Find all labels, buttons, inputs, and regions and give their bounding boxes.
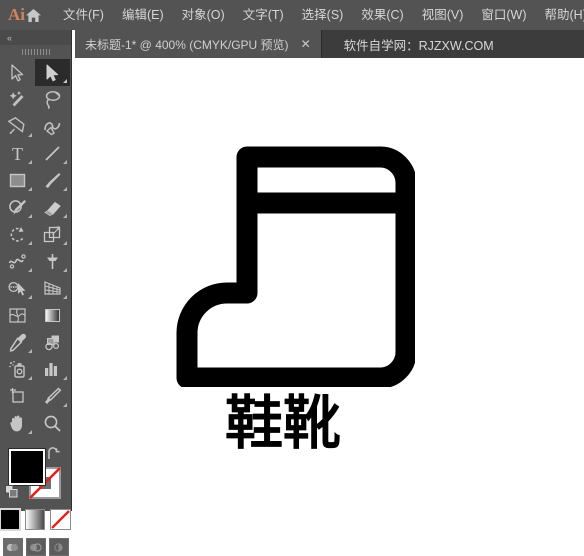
tool-flyout-indicator-icon xyxy=(63,295,67,299)
color-swatch[interactable] xyxy=(0,509,20,530)
pen-tool[interactable] xyxy=(0,113,35,140)
fill-stroke-controls xyxy=(0,445,71,503)
menu-help[interactable]: 帮助(H) xyxy=(536,5,584,26)
boot-shoe-outline-artwork[interactable] xyxy=(165,137,415,392)
document-canvas[interactable]: 鞋靴 xyxy=(75,58,584,511)
curvature-tool[interactable] xyxy=(35,113,70,140)
menu-view[interactable]: 视图(V) xyxy=(413,5,473,26)
tool-flyout-indicator-icon xyxy=(28,214,32,218)
menu-bar: Ai 文件(F) 编辑(E) 对象(O) 文字(T) 选择(S) 效果(C) 视… xyxy=(0,0,584,30)
eyedropper-tool[interactable] xyxy=(0,329,35,356)
tool-flyout-indicator-icon xyxy=(63,268,67,272)
rotate-tool[interactable] xyxy=(0,221,35,248)
menu-effect[interactable]: 效果(C) xyxy=(352,5,412,26)
color-mode-swatches xyxy=(0,509,71,530)
collapse-panel-button[interactable]: « xyxy=(0,30,71,45)
rectangle-tool[interactable] xyxy=(0,167,35,194)
tool-flyout-indicator-icon xyxy=(28,376,32,380)
gradient-tool[interactable] xyxy=(35,302,70,329)
tool-flyout-indicator-icon xyxy=(28,430,32,434)
tool-flyout-indicator-icon xyxy=(63,187,67,191)
tools-panel: « xyxy=(0,30,72,511)
panel-drag-handle[interactable] xyxy=(0,45,71,58)
tool-flyout-indicator-icon xyxy=(28,241,32,245)
document-tab[interactable]: 未标题-1* @ 400% (CMYK/GPU 预览) ✕ xyxy=(75,30,322,58)
close-icon[interactable]: ✕ xyxy=(299,38,313,50)
artwork-caption[interactable]: 鞋靴 xyxy=(225,394,341,452)
none-swatch[interactable] xyxy=(50,509,71,530)
magic-wand-tool[interactable] xyxy=(0,86,35,113)
tool-flyout-indicator-icon xyxy=(28,349,32,353)
draw-inside-mode[interactable] xyxy=(49,538,69,556)
tool-flyout-indicator-icon xyxy=(63,403,67,407)
illustrator-window: Ai 文件(F) 编辑(E) 对象(O) 文字(T) 选择(S) 效果(C) 视… xyxy=(0,0,584,511)
symbol-sprayer-tool[interactable] xyxy=(0,356,35,383)
svg-text:T: T xyxy=(12,144,23,163)
menu-object[interactable]: 对象(O) xyxy=(173,5,234,26)
type-tool[interactable]: T xyxy=(0,140,35,167)
shaper-tool[interactable] xyxy=(0,194,35,221)
swap-fill-stroke-icon[interactable] xyxy=(46,447,61,462)
document-tab-bar: 未标题-1* @ 400% (CMYK/GPU 预览) ✕ 软件自学网：RJZX… xyxy=(75,30,584,58)
column-graph-tool[interactable] xyxy=(35,356,70,383)
selection-tool[interactable] xyxy=(0,59,35,86)
grip-dots-icon xyxy=(22,49,50,55)
zoom-tool[interactable] xyxy=(35,410,70,437)
draw-behind-mode[interactable] xyxy=(26,538,46,556)
tool-flyout-indicator-icon xyxy=(63,79,67,83)
tool-flyout-indicator-icon xyxy=(63,160,67,164)
gradient-swatch[interactable] xyxy=(25,509,45,530)
home-icon[interactable] xyxy=(25,2,42,28)
shape-builder-tool[interactable] xyxy=(0,275,35,302)
perspective-grid-tool[interactable] xyxy=(35,275,70,302)
menu-edit[interactable]: 编辑(E) xyxy=(113,5,173,26)
lasso-tool[interactable] xyxy=(35,86,70,113)
tool-flyout-indicator-icon xyxy=(28,187,32,191)
tool-flyout-indicator-icon xyxy=(28,160,32,164)
width-tool[interactable] xyxy=(0,248,35,275)
app-logo: Ai xyxy=(8,6,25,25)
eraser-tool[interactable] xyxy=(35,194,70,221)
tool-flyout-indicator-icon xyxy=(63,214,67,218)
tool-grid: T xyxy=(0,59,71,437)
direct-selection-tool[interactable] xyxy=(35,59,70,86)
paintbrush-tool[interactable] xyxy=(35,167,70,194)
drawing-modes xyxy=(0,538,71,556)
site-watermark-label: 软件自学网：RJZXW.COM xyxy=(322,30,494,58)
menu-window[interactable]: 窗口(W) xyxy=(472,5,535,26)
tool-flyout-indicator-icon xyxy=(28,295,32,299)
draw-normal-mode[interactable] xyxy=(3,538,23,556)
tool-flyout-indicator-icon xyxy=(28,133,32,137)
tool-flyout-indicator-icon xyxy=(63,241,67,245)
slice-tool[interactable] xyxy=(35,383,70,410)
menu-file[interactable]: 文件(F) xyxy=(54,5,113,26)
hand-tool[interactable] xyxy=(0,410,35,437)
tool-flyout-indicator-icon xyxy=(28,268,32,272)
scale-tool[interactable] xyxy=(35,221,70,248)
mesh-tool[interactable] xyxy=(0,302,35,329)
fill-color-swatch[interactable] xyxy=(9,449,45,485)
line-segment-tool[interactable] xyxy=(35,140,70,167)
menu-select[interactable]: 选择(S) xyxy=(293,5,353,26)
document-tab-title: 未标题-1* @ 400% (CMYK/GPU 预览) xyxy=(85,36,289,53)
blend-tool[interactable] xyxy=(35,329,70,356)
default-fill-stroke-icon[interactable] xyxy=(5,485,18,498)
menu-list: 文件(F) 编辑(E) 对象(O) 文字(T) 选择(S) 效果(C) 视图(V… xyxy=(54,5,584,26)
artboard-tool[interactable] xyxy=(0,383,35,410)
tool-flyout-indicator-icon xyxy=(63,376,67,380)
free-transform-tool[interactable] xyxy=(35,248,70,275)
menu-type[interactable]: 文字(T) xyxy=(234,5,293,26)
